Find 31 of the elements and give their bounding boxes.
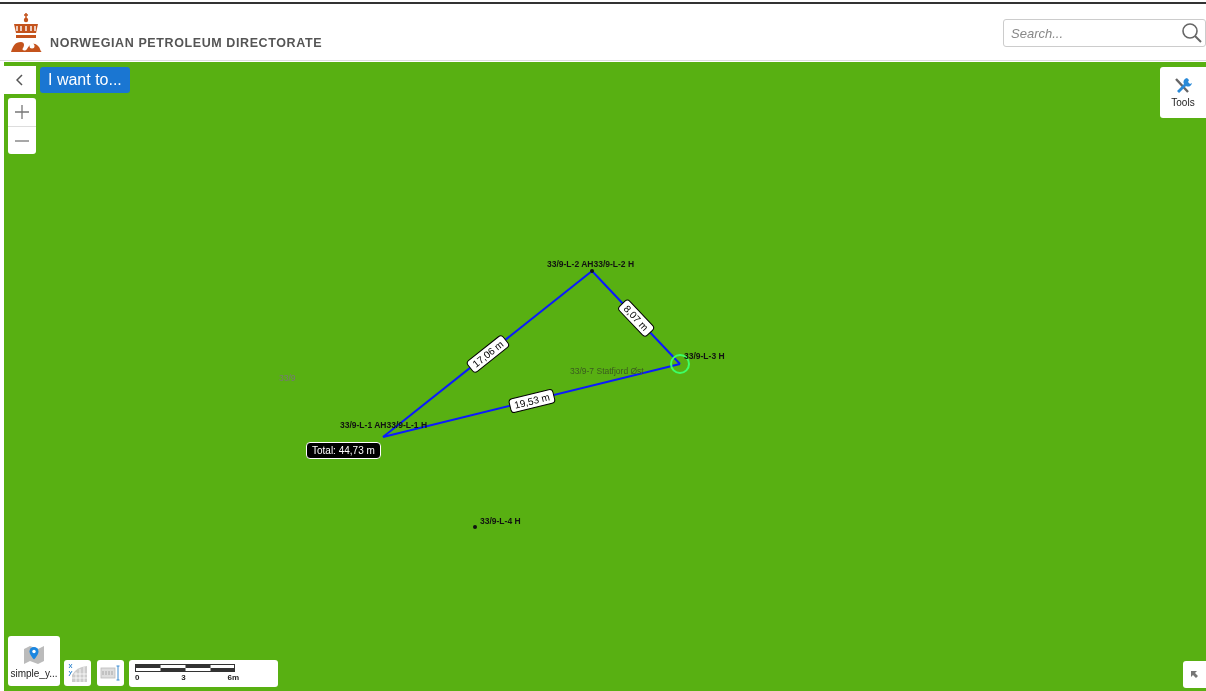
block-label: 33/9 bbox=[279, 373, 296, 383]
scale-label: 3 bbox=[181, 673, 186, 682]
search-icon[interactable] bbox=[1181, 22, 1203, 44]
expand-button[interactable] bbox=[1183, 661, 1206, 688]
logo-icon bbox=[8, 12, 44, 54]
well-label: 33/9-L-3 H bbox=[684, 351, 725, 361]
coordinates-button[interactable] bbox=[64, 660, 91, 686]
total-distance-label: Total: 44,73 m bbox=[306, 442, 381, 459]
plus-icon bbox=[15, 105, 29, 119]
chevron-left-icon bbox=[16, 74, 24, 86]
well-label: 33/9-L-2 AH33/9-L-2 H bbox=[547, 259, 635, 269]
coordinate-grid-icon bbox=[67, 663, 88, 683]
scale-label: 6m bbox=[227, 673, 239, 682]
search-field[interactable]: Search... bbox=[1003, 19, 1206, 47]
well-marker bbox=[473, 525, 477, 529]
basemap-button[interactable]: simple_y... bbox=[8, 636, 60, 686]
well-label: 33/9-L-4 H bbox=[480, 516, 521, 526]
menu-button[interactable]: I want to... bbox=[40, 67, 130, 93]
tools-button[interactable]: Tools bbox=[1160, 67, 1206, 118]
ruler-icon bbox=[99, 664, 122, 682]
scale-ruler-icon bbox=[135, 664, 235, 672]
scale-label: 0 bbox=[135, 673, 140, 682]
arrow-icon bbox=[1191, 671, 1198, 678]
tools-icon bbox=[1173, 77, 1193, 95]
minus-icon bbox=[15, 139, 29, 142]
map-pin-icon bbox=[23, 643, 45, 666]
site-title: NORWEGIAN PETROLEUM DIRECTORATE bbox=[50, 36, 323, 52]
well-marker bbox=[590, 269, 594, 273]
distance-label: 19,53 m bbox=[507, 387, 556, 414]
scale-button[interactable] bbox=[97, 660, 124, 686]
back-button[interactable] bbox=[4, 66, 36, 94]
